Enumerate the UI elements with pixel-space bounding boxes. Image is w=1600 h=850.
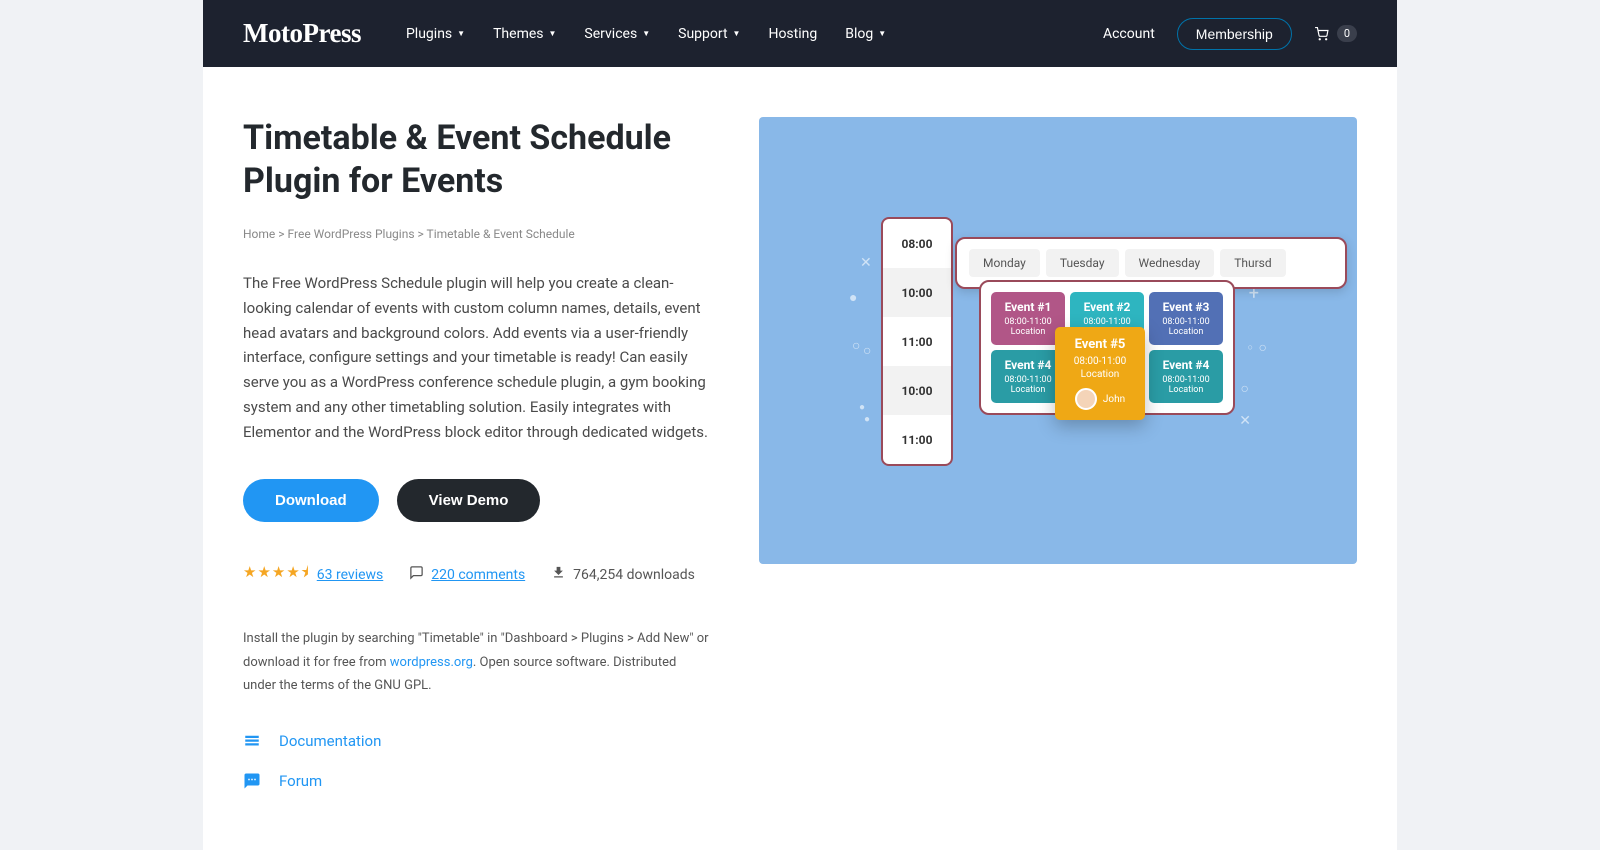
day-pill: Thursd — [1220, 249, 1285, 277]
event-card: Event #408:00-11:00Location — [991, 350, 1065, 403]
main-nav: Plugins▼ Themes▼ Services▼ Support▼ Hosting B… — [406, 26, 886, 42]
hero-illustration: ✕ ● ○ ○ ● ● + ○ ○ ○ ✕ 08:0010:0011:0010:… — [759, 117, 1357, 564]
main-header: MotoPress Plugins▼ Themes▼ Services▼ Suppor… — [203, 0, 1397, 67]
cart-icon — [1314, 27, 1329, 41]
time-slot: 11:00 — [883, 317, 951, 366]
avatar-icon — [1075, 388, 1097, 410]
nav-item-plugins[interactable]: Plugins▼ — [406, 26, 465, 42]
forum-icon — [243, 772, 261, 790]
chevron-down-icon: ▼ — [457, 29, 465, 38]
breadcrumb: Home > Free WordPress Plugins > Timetabl… — [243, 227, 709, 241]
nav-item-services[interactable]: Services▼ — [584, 26, 650, 42]
install-instructions: Install the plugin by searching "Timetab… — [243, 627, 709, 697]
day-pill: Tuesday — [1046, 249, 1119, 277]
nav-item-hosting[interactable]: Hosting — [768, 26, 817, 42]
account-link[interactable]: Account — [1103, 26, 1155, 42]
documentation-link[interactable]: Documentation — [243, 732, 709, 750]
chevron-down-icon: ▼ — [878, 29, 886, 38]
logo[interactable]: MotoPress — [243, 18, 361, 49]
event-popup: Event #5 08:00-11:00 Location John — [1055, 327, 1145, 420]
time-slot: 10:00 — [883, 268, 951, 317]
day-pill: Wednesday — [1125, 249, 1215, 277]
download-icon — [551, 565, 566, 584]
breadcrumb-category[interactable]: Free WordPress Plugins — [288, 227, 415, 241]
documentation-icon — [243, 732, 261, 750]
downloads-count: 764,254 downloads — [573, 567, 695, 583]
time-slot: 10:00 — [883, 366, 951, 415]
view-demo-button[interactable]: View Demo — [397, 479, 541, 522]
event-card: Event #308:00-11:00Location — [1149, 292, 1223, 345]
forum-link[interactable]: Forum — [243, 772, 709, 790]
comments-link[interactable]: 220 comments — [431, 567, 525, 583]
cart-count-badge: 0 — [1337, 25, 1357, 42]
breadcrumb-current: Timetable & Event Schedule — [427, 227, 575, 241]
reviews-link[interactable]: 63 reviews — [317, 567, 384, 583]
comments-icon — [409, 565, 424, 584]
star-rating-icon: ★★★★⯨ — [243, 562, 310, 587]
cart-button[interactable]: 0 — [1314, 25, 1357, 42]
membership-button[interactable]: Membership — [1177, 18, 1292, 50]
nav-item-support[interactable]: Support▼ — [678, 26, 740, 42]
chevron-down-icon: ▼ — [733, 29, 741, 38]
time-slot: 11:00 — [883, 415, 951, 464]
day-pill: Monday — [969, 249, 1040, 277]
event-card: Event #408:00-11:00Location — [1149, 350, 1223, 403]
wordpress-org-link[interactable]: wordpress.org — [390, 655, 473, 670]
chevron-down-icon: ▼ — [642, 29, 650, 38]
chevron-down-icon: ▼ — [549, 29, 557, 38]
page-title: Timetable & Event Schedule Plugin for Ev… — [243, 117, 709, 202]
page-description: The Free WordPress Schedule plugin will … — [243, 271, 709, 444]
time-slot: 08:00 — [883, 219, 951, 268]
time-column: 08:0010:0011:0010:0011:00 — [881, 217, 953, 466]
breadcrumb-home[interactable]: Home — [243, 227, 275, 241]
nav-item-themes[interactable]: Themes▼ — [493, 26, 556, 42]
download-button[interactable]: Download — [243, 479, 379, 522]
event-card: Event #108:00-11:00Location — [991, 292, 1065, 345]
nav-item-blog[interactable]: Blog▼ — [845, 26, 886, 42]
